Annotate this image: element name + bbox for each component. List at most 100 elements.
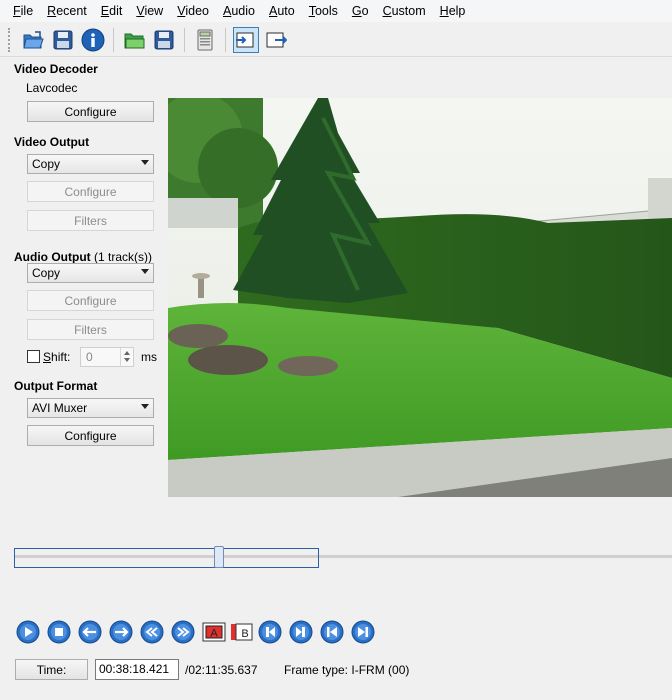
previous-frame-button[interactable] [78,620,102,644]
shift-label: Shift: [43,350,71,364]
frame-type: Frame type: I-FRM (00) [284,663,409,677]
go-to-marker-a-button[interactable] [258,620,282,644]
input-preview-button[interactable] [233,26,259,53]
video-decoder-configure-button[interactable]: Configure [27,101,154,122]
rewind-icon [140,620,164,644]
go-to-marker-b-button[interactable] [289,620,313,644]
video-preview[interactable] [168,98,672,497]
frame-type-label: Frame type: [284,663,349,677]
save-audio-button[interactable] [151,27,177,53]
open-audio-button[interactable] [121,27,147,53]
toolbar [0,23,672,57]
stepper-buttons[interactable] [120,348,133,366]
calculator-button[interactable] [192,27,218,53]
marker-a-icon: A [202,622,226,642]
save-icon [154,30,174,49]
marker-a-label: A [210,628,218,640]
toolbar-separator [184,27,185,52]
chevron-down-icon [141,160,149,165]
timeline-handle[interactable] [214,546,224,568]
fast-forward-icon [171,620,195,644]
marker-b-icon: B [231,623,253,641]
save-video-button[interactable] [50,27,76,53]
menu-bar: File Recent Edit View Video Audio Auto Tools Go C… [0,0,672,22]
menu-view[interactable]: View [129,0,170,22]
video-output-select[interactable]: Copy [27,154,154,174]
menu-tools[interactable]: Tools [302,0,345,22]
video-output-selected: Copy [32,157,61,171]
output-format-selected: AVI Muxer [32,401,88,415]
toolbar-separator [113,27,114,52]
marker-b-label: B [241,628,248,640]
audio-output-configure-button[interactable]: Configure [27,290,154,311]
play-button[interactable] [16,620,40,644]
audio-track-count: (1 track(s)) [93,250,152,264]
time-button[interactable]: Time: [15,659,88,680]
audio-output-title-text: Audio Output [14,250,91,264]
arrow-left-icon [78,620,102,644]
output-format-select[interactable]: AVI Muxer [27,398,154,418]
current-time-field[interactable]: 00:38:18.421 [95,659,179,680]
go-to-end-button[interactable] [351,620,375,644]
output-view-icon [266,32,287,47]
shift-stepper[interactable]: 0 [80,347,134,367]
toolbar-separator [225,27,226,52]
chevron-down-icon [124,358,130,362]
goto-marker-a-icon [258,620,282,644]
next-keyframe-button[interactable] [171,620,195,644]
skip-end-icon [351,620,375,644]
open-folder-icon [124,33,145,48]
shift-value: 0 [86,350,93,364]
menu-go[interactable]: Go [345,0,376,22]
skip-start-icon [320,620,344,644]
timeline-selection[interactable] [14,548,319,568]
total-time: /02:11:35.637 [185,663,258,677]
video-output-filters-button[interactable]: Filters [27,210,154,231]
menu-recent[interactable]: Recent [40,0,94,22]
output-format-title: Output Format [14,379,98,393]
menu-auto[interactable]: Auto [262,0,302,22]
video-output-configure-button[interactable]: Configure [27,181,154,202]
audio-output-select[interactable]: Copy [27,263,154,283]
info-icon [81,28,105,51]
video-frame-image [168,98,672,497]
menu-help[interactable]: Help [433,0,473,22]
menu-file[interactable]: File [6,0,40,22]
audio-output-selected: Copy [32,266,61,280]
shift-unit: ms [141,350,157,364]
chevron-up-icon [124,351,130,355]
menu-audio[interactable]: Audio [216,0,262,22]
play-icon [16,620,40,644]
open-video-icon [23,30,44,48]
save-video-icon [53,30,73,49]
audio-output-filters-button[interactable]: Filters [27,319,154,340]
set-marker-b-button[interactable]: B [230,622,254,642]
previous-keyframe-button[interactable] [140,620,164,644]
shift-checkbox[interactable] [27,350,40,363]
next-frame-button[interactable] [109,620,133,644]
input-view-icon [236,32,254,47]
properties-button[interactable] [80,27,106,53]
open-video-button[interactable] [20,27,46,53]
output-preview-button[interactable] [263,27,289,53]
set-marker-a-button[interactable]: A [202,622,226,642]
transport-controls: A B [16,619,382,645]
chevron-down-icon [141,269,149,274]
output-format-configure-button[interactable]: Configure [27,425,154,446]
audio-output-title: Audio Output (1 track(s)) [14,250,152,264]
menu-video[interactable]: Video [170,0,216,22]
video-decoder-title: Video Decoder [14,62,98,76]
frame-type-value: I-FRM (00) [351,663,410,677]
menu-custom[interactable]: Custom [376,0,433,22]
video-output-title: Video Output [14,135,90,149]
go-to-start-button[interactable] [320,620,344,644]
goto-marker-b-icon [289,620,313,644]
menu-edit[interactable]: Edit [94,0,130,22]
video-decoder-codec: Lavcodec [26,81,78,95]
stop-button[interactable] [47,620,71,644]
calculator-icon [197,29,213,50]
arrow-right-icon [109,620,133,644]
toolbar-grip[interactable] [8,27,12,52]
chevron-down-icon [141,404,149,409]
stop-icon [47,620,71,644]
